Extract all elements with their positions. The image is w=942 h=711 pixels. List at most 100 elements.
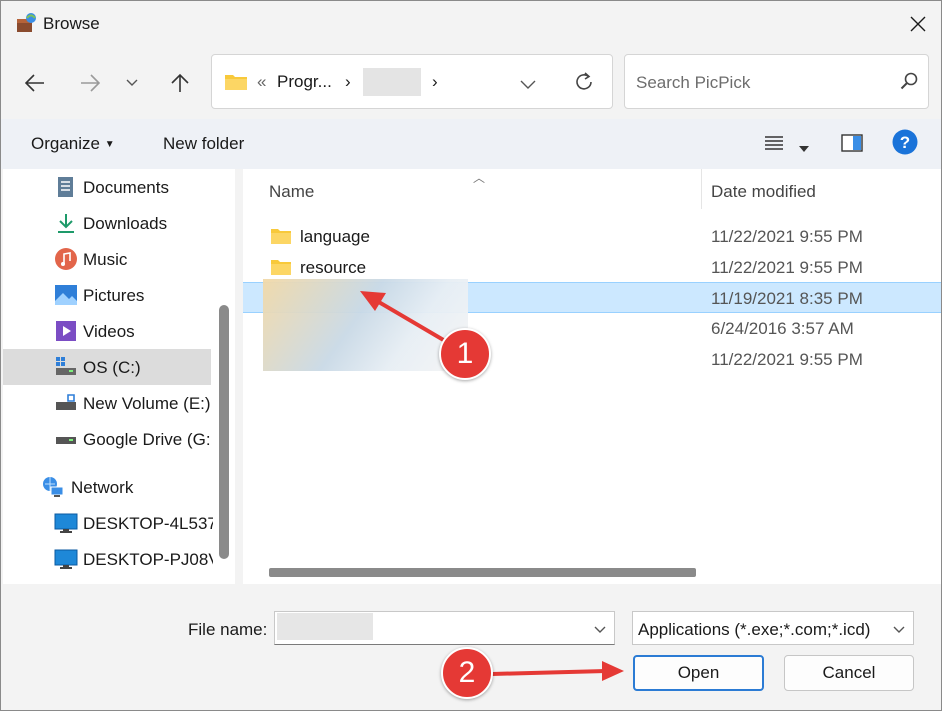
music-icon — [54, 247, 78, 271]
sidebar-item-pictures[interactable]: Pictures — [3, 277, 211, 313]
close-icon — [910, 16, 926, 32]
address-dropdown-button[interactable] — [520, 77, 536, 95]
sort-ascending-icon: ︿ — [473, 171, 486, 185]
refresh-button[interactable] — [573, 71, 595, 98]
file-row-language[interactable]: language 11/22/2021 9:55 PM — [243, 221, 941, 252]
file-name: resource — [300, 258, 367, 277]
navigation-pane: Documents Downloads Music Pictures Video… — [3, 169, 213, 584]
back-button[interactable] — [18, 65, 52, 101]
downloads-icon — [54, 211, 78, 235]
sidebar-item-label: Google Drive (G: — [83, 430, 211, 449]
usb-drive-icon — [54, 391, 78, 415]
sidebar-item-videos[interactable]: Videos — [3, 313, 211, 349]
folder-icon — [224, 72, 248, 97]
sidebar-item-label: Documents — [83, 178, 169, 197]
arrow-up-icon — [171, 73, 189, 92]
breadcrumb-separator[interactable]: › — [432, 72, 438, 92]
list-view-icon — [765, 136, 783, 150]
sidebar-item-label: Downloads — [83, 214, 168, 233]
scrollbar-thumb[interactable] — [219, 305, 229, 559]
file-name: language — [300, 227, 370, 246]
sidebar-item-label: Pictures — [83, 286, 145, 305]
sidebar-item-label: Music — [83, 250, 128, 269]
preview-pane-icon — [841, 134, 863, 152]
arrow-right-icon — [81, 74, 100, 92]
step-badge-2: 2 — [441, 647, 493, 699]
help-icon: ? — [892, 129, 918, 155]
view-options-button[interactable] — [765, 135, 783, 156]
title-bar: Browse — [1, 1, 941, 47]
file-date: 11/22/2021 9:55 PM — [711, 258, 863, 277]
sidebar-item-network[interactable]: Network — [3, 469, 211, 505]
chevron-down-icon — [126, 79, 138, 86]
file-name-label: File name: — [188, 620, 268, 639]
file-date: 6/24/2016 3:57 AM — [711, 319, 854, 338]
forward-button[interactable] — [73, 65, 107, 101]
documents-icon — [54, 175, 78, 199]
help-button[interactable]: ? — [892, 129, 918, 160]
computer-icon — [54, 547, 78, 571]
caret-down-icon — [799, 146, 809, 152]
chevron-down-icon — [520, 80, 536, 89]
file-date: 11/22/2021 9:55 PM — [711, 350, 863, 369]
folder-icon — [270, 227, 292, 250]
open-button[interactable]: Open — [633, 655, 764, 691]
sidebar-item-desktop-4l537[interactable]: DESKTOP-4L537 — [3, 505, 213, 541]
arrow-left-icon — [25, 74, 44, 92]
organize-label: Organize — [31, 134, 100, 153]
caret-down-icon: ▼ — [104, 139, 115, 150]
sidebar-item-music[interactable]: Music — [3, 241, 211, 277]
sidebar-item-google-drive-g[interactable]: Google Drive (G: — [3, 421, 211, 457]
redacted-file-name — [277, 613, 373, 640]
chevron-down-icon — [594, 626, 606, 633]
sidebar-item-new-volume-e[interactable]: New Volume (E:) — [3, 385, 211, 421]
search-placeholder[interactable]: Search PicPick — [636, 73, 750, 93]
file-name-dropdown-button[interactable] — [594, 621, 606, 639]
breadcrumb-item-redacted[interactable] — [363, 68, 421, 96]
up-button[interactable] — [163, 65, 197, 101]
step-badge-1: 1 — [439, 328, 491, 380]
view-dropdown-button[interactable] — [799, 139, 809, 157]
sidebar-item-downloads[interactable]: Downloads — [3, 205, 211, 241]
column-divider[interactable] — [701, 169, 702, 209]
cancel-button[interactable]: Cancel — [784, 655, 914, 691]
file-list-horizontal-scrollbar[interactable] — [243, 559, 941, 584]
pictures-icon — [54, 283, 78, 307]
new-folder-button[interactable]: New folder — [163, 134, 244, 154]
address-bar[interactable]: « Progr... › › — [211, 54, 613, 109]
preview-pane-button[interactable] — [841, 134, 863, 157]
app-icon — [14, 12, 38, 36]
file-date: 11/19/2021 8:35 PM — [711, 289, 863, 308]
navigation-pane-scrollbar[interactable] — [213, 169, 235, 584]
redacted-file-names — [263, 279, 468, 371]
sidebar-item-label: Videos — [83, 322, 135, 341]
window-title: Browse — [43, 14, 100, 33]
breadcrumb-item[interactable]: Progr... — [277, 72, 332, 92]
breadcrumb-separator[interactable]: › — [345, 72, 351, 92]
organize-menu[interactable]: Organize ▼ — [31, 134, 115, 154]
search-icon[interactable] — [900, 72, 918, 95]
chevron-down-icon — [893, 621, 905, 639]
close-button[interactable] — [895, 1, 941, 47]
sidebar-item-os-c[interactable]: OS (C:) — [3, 349, 211, 385]
videos-icon — [54, 319, 78, 343]
sidebar-item-label: New Volume (E:) — [83, 394, 211, 413]
folder-icon — [270, 258, 292, 281]
file-type-select[interactable]: Applications (*.exe;*.com;*.icd) — [632, 611, 914, 645]
sidebar-item-documents[interactable]: Documents — [3, 169, 211, 205]
column-header-name[interactable]: Name — [269, 182, 314, 202]
recent-locations-button[interactable] — [117, 65, 147, 101]
sidebar-item-desktop-pj08v[interactable]: DESKTOP-PJ08V — [3, 541, 213, 577]
breadcrumb-overflow[interactable]: « — [257, 72, 266, 92]
scrollbar-thumb[interactable] — [269, 568, 696, 577]
file-name-input[interactable] — [274, 611, 615, 645]
refresh-icon — [576, 72, 592, 90]
drive-icon — [54, 427, 78, 451]
sidebar-item-label: OS (C:) — [83, 358, 141, 377]
file-date: 11/22/2021 9:55 PM — [711, 227, 863, 246]
sidebar-item-label: DESKTOP-PJ08V — [83, 550, 213, 569]
sidebar-item-label: DESKTOP-4L537 — [83, 514, 213, 533]
sidebar-item-label: Network — [71, 478, 134, 497]
column-header-date-modified[interactable]: Date modified — [711, 182, 816, 202]
search-box[interactable]: Search PicPick — [624, 54, 929, 109]
